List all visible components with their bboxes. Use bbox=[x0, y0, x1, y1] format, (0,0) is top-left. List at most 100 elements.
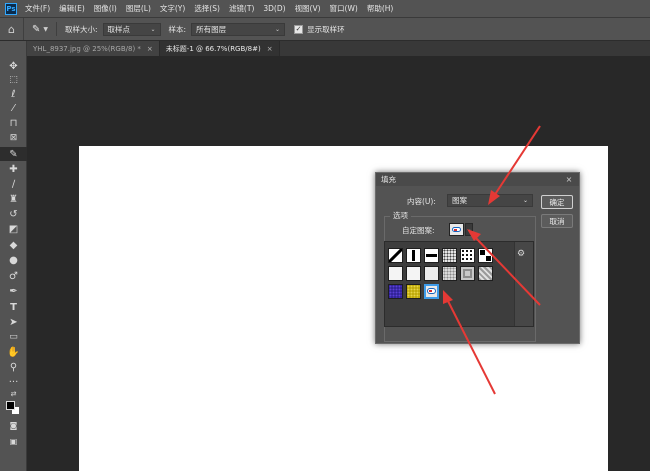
foreground-color-swatch[interactable] bbox=[6, 401, 15, 410]
eyedropper-preset-icon[interactable]: ✎ bbox=[32, 24, 40, 35]
rectangle-tool-icon[interactable]: ▭ bbox=[0, 330, 27, 344]
tab-label: 未标题-1 @ 66.7%(RGB/8#) bbox=[165, 44, 261, 53]
photoshop-logo-icon: Ps bbox=[5, 2, 17, 15]
ok-button[interactable]: 确定 bbox=[541, 195, 573, 209]
pattern-swatch-horizontal-bar[interactable] bbox=[424, 248, 439, 263]
dialog-title: 填充 bbox=[381, 175, 396, 184]
sample-size-value: 取样点 bbox=[107, 24, 131, 34]
pattern-swatch-dots-fine[interactable] bbox=[442, 248, 457, 263]
paint-bucket-tool-icon[interactable]: ◆ bbox=[0, 238, 27, 252]
hand-tool-icon[interactable]: ✋ bbox=[0, 345, 27, 359]
pattern-swatch-white-3[interactable] bbox=[424, 266, 439, 281]
sample-label: 样本: bbox=[168, 24, 187, 34]
divider bbox=[56, 22, 58, 36]
menu-view[interactable]: 视图(V) bbox=[295, 3, 321, 14]
tab-untitled-1[interactable]: 未标题-1 @ 66.7%(RGB/8#) × bbox=[159, 41, 280, 56]
contents-label: 内容(U): bbox=[407, 197, 436, 206]
tab-label: YHL_8937.jpg @ 25%(RGB/8) * bbox=[33, 44, 141, 53]
close-icon[interactable]: × bbox=[562, 175, 576, 185]
pattern-picker bbox=[384, 241, 534, 327]
horizontal-bar-icon bbox=[426, 254, 437, 257]
menu-window[interactable]: 窗口(W) bbox=[330, 3, 358, 14]
healing-brush-tool-icon[interactable]: ✚ bbox=[0, 162, 27, 176]
gear-icon[interactable]: ⚙ bbox=[517, 249, 525, 259]
square-icon bbox=[486, 256, 491, 261]
pattern-swatch-gray-texture[interactable] bbox=[478, 266, 493, 281]
show-sampling-ring-toggle[interactable]: ✓ 显示取样环 bbox=[294, 24, 350, 35]
menu-layer[interactable]: 图层(L) bbox=[126, 3, 151, 14]
menu-help[interactable]: 帮助(H) bbox=[367, 3, 394, 14]
fill-dialog: 填充 × 内容(U): 图案 ⌄ 选项 自定图案: ⌄ ⚙ 确定 取消 bbox=[375, 172, 580, 344]
pattern-swatch-gray-noise[interactable] bbox=[442, 266, 457, 281]
options-bar: ⌂ ✎ ▼ 取样大小: 取样点 ⌄ 样本: 所有图层 ⌄ ✓ 显示取样环 bbox=[0, 17, 650, 41]
eraser-tool-icon[interactable]: ◩ bbox=[0, 222, 27, 236]
menu-filter[interactable]: 滤镜(T) bbox=[229, 3, 254, 14]
menu-select[interactable]: 选择(S) bbox=[194, 3, 220, 14]
chevron-down-icon: ⌄ bbox=[275, 25, 281, 33]
chevron-down-icon: ⌄ bbox=[522, 197, 528, 204]
sample-select[interactable]: 所有图层 ⌄ bbox=[191, 22, 286, 36]
show-sampling-ring-checkbox[interactable]: ✓ bbox=[294, 24, 304, 34]
crop-tool-icon[interactable]: ⊓ bbox=[0, 116, 27, 130]
pattern-swatch-white-2[interactable] bbox=[406, 266, 421, 281]
sample-value: 所有图层 bbox=[196, 24, 227, 34]
pattern-swatch-grid-black[interactable] bbox=[478, 248, 493, 263]
dodge-tool-icon[interactable]: ♂ bbox=[0, 269, 27, 283]
menu-file[interactable]: 文件(F) bbox=[25, 3, 50, 14]
frame-icon bbox=[463, 269, 472, 278]
quick-mask-icon[interactable]: ◙ bbox=[0, 418, 27, 432]
path-selection-tool-icon[interactable]: ➤ bbox=[0, 315, 27, 329]
pattern-custom-dot bbox=[429, 290, 432, 292]
close-icon[interactable]: × bbox=[267, 45, 273, 53]
pattern-swatch-gray-frame[interactable] bbox=[460, 266, 475, 281]
menu-image[interactable]: 图像(I) bbox=[94, 3, 117, 14]
pattern-swatch-purple[interactable] bbox=[388, 284, 403, 299]
cancel-button[interactable]: 取消 bbox=[541, 214, 573, 228]
home-icon[interactable]: ⌂ bbox=[0, 18, 24, 40]
sample-size-select[interactable]: 取样点 ⌄ bbox=[102, 22, 161, 36]
lasso-tool-icon[interactable]: ℓ bbox=[0, 87, 27, 101]
menu-3d[interactable]: 3D(D) bbox=[263, 4, 285, 13]
diagonal-lines-icon bbox=[387, 247, 404, 264]
tab-yhl-8937[interactable]: YHL_8937.jpg @ 25%(RGB/8) * × bbox=[27, 41, 160, 56]
tools-panel: ✥ ⬚ ℓ ⁄ ⊓ ⊠ ✎ ✚ ∕ ♜ ↺ ◩ ◆ ● ♂ ✒ T ➤ ▭ ✋ … bbox=[0, 41, 27, 471]
magic-wand-tool-icon[interactable]: ⁄ bbox=[0, 101, 27, 115]
pattern-swatch-diagonal[interactable] bbox=[387, 247, 404, 264]
custom-pattern-preview[interactable] bbox=[449, 223, 464, 236]
chevron-down-icon[interactable]: ⌄ bbox=[465, 223, 473, 236]
sample-size-label: 取样大小: bbox=[65, 24, 98, 34]
swap-colors-icon[interactable]: ⇄ bbox=[0, 387, 27, 401]
type-tool-icon[interactable]: T bbox=[0, 300, 27, 314]
document-tabs: YHL_8937.jpg @ 25%(RGB/8) * × 未标题-1 @ 66… bbox=[27, 41, 650, 56]
options-legend: 选项 bbox=[390, 210, 411, 221]
blur-tool-icon[interactable]: ● bbox=[0, 253, 27, 267]
contents-select[interactable]: 图案 ⌄ bbox=[447, 194, 533, 207]
dialog-titlebar[interactable]: 填充 × bbox=[376, 173, 579, 186]
contents-value: 图案 bbox=[452, 196, 467, 205]
chevron-down-icon[interactable]: ▼ bbox=[43, 26, 48, 33]
menu-bar: Ps 文件(F) 编辑(E) 图像(I) 图层(L) 文字(Y) 选择(S) 滤… bbox=[0, 0, 650, 17]
move-tool-icon[interactable]: ✥ bbox=[0, 59, 27, 73]
zoom-tool-icon[interactable]: ⚲ bbox=[0, 360, 27, 374]
show-sampling-ring-label: 显示取样环 bbox=[307, 24, 345, 34]
brush-tool-icon[interactable]: ∕ bbox=[0, 177, 27, 191]
clone-stamp-tool-icon[interactable]: ♜ bbox=[0, 192, 27, 206]
pattern-swatch-custom-selected[interactable] bbox=[424, 284, 439, 299]
pattern-swatch-yellow[interactable] bbox=[406, 284, 421, 299]
close-icon[interactable]: × bbox=[147, 45, 153, 53]
custom-pattern-label: 自定图案: bbox=[402, 226, 435, 235]
chevron-down-icon: ⌄ bbox=[150, 25, 156, 33]
history-brush-tool-icon[interactable]: ↺ bbox=[0, 207, 27, 221]
screen-mode-icon[interactable]: ▣ bbox=[0, 434, 27, 448]
vertical-bar-icon bbox=[412, 250, 415, 261]
pattern-swatch-vertical-bar[interactable] bbox=[406, 248, 421, 263]
menu-type[interactable]: 文字(Y) bbox=[160, 3, 185, 14]
pattern-swatch-white-1[interactable] bbox=[388, 266, 403, 281]
pen-tool-icon[interactable]: ✒ bbox=[0, 284, 27, 298]
pattern-swatch-dots[interactable] bbox=[460, 248, 475, 263]
marquee-tool-icon[interactable]: ⬚ bbox=[0, 73, 27, 87]
eyedropper-tool-icon[interactable]: ✎ bbox=[0, 147, 27, 161]
square-icon bbox=[480, 250, 485, 255]
menu-edit[interactable]: 编辑(E) bbox=[59, 3, 85, 14]
frame-tool-icon[interactable]: ⊠ bbox=[0, 131, 27, 145]
